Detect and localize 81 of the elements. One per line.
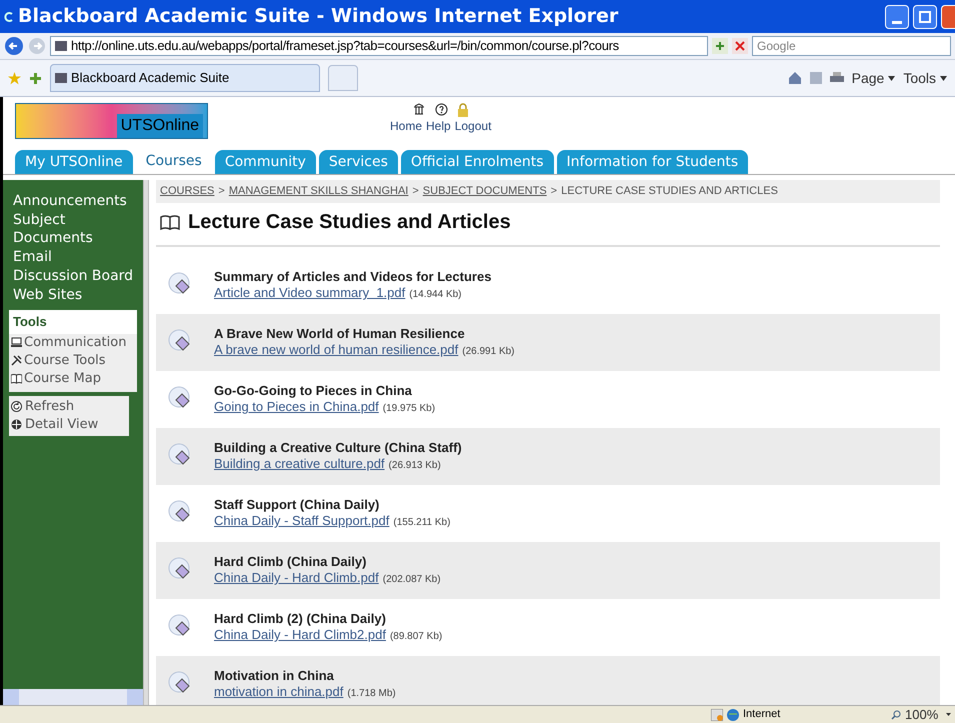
file-link[interactable]: A brave new world of human resilience.pdf	[214, 342, 458, 357]
sidebar-link[interactable]: Announcements	[9, 192, 137, 210]
close-button[interactable]	[941, 4, 955, 28]
padlock-icon[interactable]	[458, 103, 468, 117]
tools-link[interactable]: Communication	[24, 334, 126, 352]
book-icon[interactable]	[11, 373, 22, 384]
header-link[interactable]: Logout	[454, 117, 492, 135]
file-link[interactable]: Article and Video summary 1.pdf	[214, 285, 406, 300]
zone-label: Internet	[743, 707, 780, 722]
browser-tab[interactable]: Blackboard Academic Suite	[50, 64, 320, 92]
caret-icon[interactable]	[946, 713, 952, 716]
file-link[interactable]: China Daily - Hard Climb2.pdf	[214, 627, 386, 642]
page-title: Lecture Case Studies and Articles	[188, 210, 511, 234]
sidebar-link[interactable]: Subject Documents	[9, 211, 137, 247]
stop-icon[interactable]	[732, 38, 748, 54]
breadcrumb-link[interactable]: COURSES	[160, 185, 214, 197]
breadcrumb-current: LECTURE CASE STUDIES AND ARTICLES	[561, 185, 778, 197]
file-link[interactable]: China Daily - Hard Climb.pdf	[214, 570, 379, 585]
tools-menu[interactable]: Tools	[903, 68, 947, 88]
globe-icon[interactable]	[11, 419, 22, 430]
document-title: Building a Creative Culture (China Staff)	[214, 439, 462, 456]
window-title: Blackboard Academic Suite - Windows Internet Explorer	[18, 4, 620, 30]
header-link[interactable]: Home	[390, 117, 422, 135]
globe-icon	[727, 708, 739, 720]
help-icon[interactable]	[435, 103, 448, 116]
sidebar-link[interactable]: Web Sites	[9, 286, 137, 304]
caret-icon[interactable]	[888, 76, 896, 80]
file-size: (26.991 Kb)	[462, 345, 515, 359]
building-icon[interactable]	[413, 103, 426, 115]
action-link[interactable]: Detail View	[25, 416, 98, 434]
minimize-button[interactable]	[885, 4, 909, 28]
maximize-button[interactable]	[913, 4, 937, 28]
add-favorite-icon[interactable]	[29, 72, 42, 84]
home-icon[interactable]	[788, 71, 802, 85]
browser-logo-icon	[4, 10, 14, 22]
back-icon[interactable]	[4, 36, 24, 56]
file-link[interactable]: Building a creative culture.pdf	[214, 456, 385, 471]
document-title: Go-Go-Going to Pieces in China	[214, 382, 413, 399]
page-menu[interactable]: Page	[852, 68, 896, 88]
action-link[interactable]: Refresh	[25, 398, 74, 416]
document-title: Motivation in China	[214, 667, 335, 684]
document-title: Hard Climb (China Daily)	[214, 553, 368, 570]
star-icon[interactable]	[8, 72, 21, 84]
caret-icon[interactable]	[940, 76, 947, 80]
file-size: (19.975 Kb)	[382, 402, 436, 416]
breadcrumb-link[interactable]: MANAGEMENT SKILLS SHANGHAI	[228, 185, 408, 197]
breadcrumb-separator: >	[411, 185, 420, 197]
search-field[interactable]: Google	[752, 36, 951, 56]
breadcrumb-separator: >	[217, 185, 226, 197]
file-size: (202.087 Kb)	[382, 573, 441, 587]
header-link[interactable]: Help	[426, 117, 451, 135]
file-link[interactable]: motivation in china.pdf	[214, 684, 344, 699]
sidebar-link[interactable]: Email	[9, 248, 137, 266]
monitor-icon[interactable]	[11, 337, 22, 348]
file-size: (89.807 Kb)	[390, 630, 442, 644]
file-link[interactable]: Going to Pieces in China.pdf	[214, 399, 379, 414]
tools-icon[interactable]	[11, 355, 22, 366]
file-size: (14.944 Kb)	[409, 288, 462, 302]
printer-icon[interactable]	[830, 72, 844, 84]
logo-text: UTSOnline	[116, 114, 203, 138]
tools-link[interactable]: Course Map	[24, 370, 101, 388]
breadcrumb-separator: >	[550, 185, 558, 197]
tools-link[interactable]: Course Tools	[24, 352, 106, 370]
file-link[interactable]: China Daily - Staff Support.pdf	[214, 513, 390, 528]
file-size: (155.211 Kb)	[393, 516, 450, 530]
horizontal-scrollbar[interactable]	[3, 689, 143, 705]
zone-icon	[711, 708, 723, 720]
breadcrumb-link[interactable]: SUBJECT DOCUMENTS	[422, 185, 547, 197]
sidebar-link[interactable]: Discussion Board	[9, 267, 137, 285]
document-title: Hard Climb (2) (China Daily)	[214, 610, 387, 627]
tools-heading: Tools	[9, 310, 137, 334]
address-field[interactable]: http://online.uts.edu.au/webapps/portal/frameset.jsp?tab=courses&url=/bin/common/course.pl?cours	[50, 36, 708, 56]
document-title: A Brave New World of Human Resilience	[214, 325, 466, 342]
book-icon	[160, 214, 180, 230]
logo[interactable]: UTSOnline	[15, 103, 208, 139]
zoom-level[interactable]: 100%	[901, 704, 955, 723]
document-title: Staff Support (China Daily)	[214, 496, 380, 513]
magnifier-icon[interactable]	[891, 710, 901, 720]
file-size: (1.718 Mb)	[347, 687, 396, 701]
document-title: Summary of Articles and Videos for Lectures	[214, 268, 492, 285]
file-size: (26.913 Kb)	[388, 459, 441, 473]
